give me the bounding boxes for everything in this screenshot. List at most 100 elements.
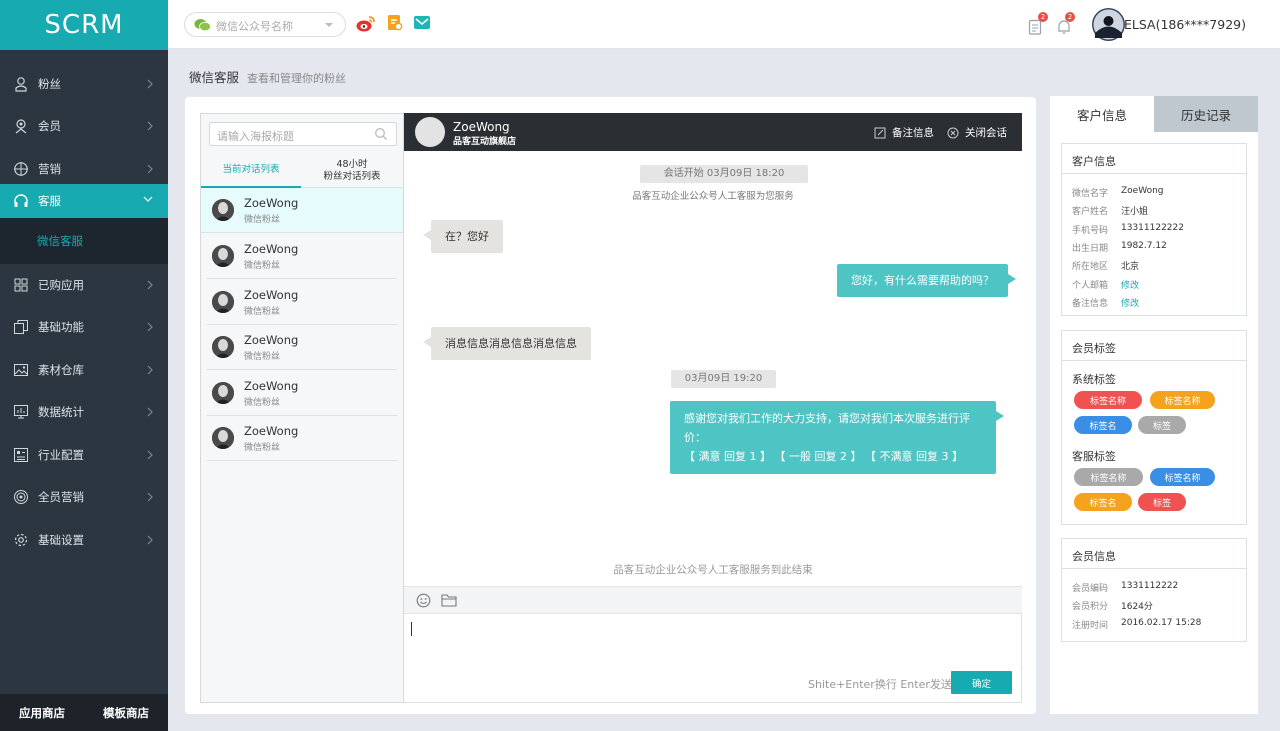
info-row: 会员积分 1624分 xyxy=(1072,599,1153,612)
conversation-item[interactable]: ZoeWong 微信粉丝 xyxy=(207,416,397,461)
conversation-tag: 微信粉丝 xyxy=(244,261,281,271)
conversation-item[interactable]: ZoeWong 微信粉丝 xyxy=(207,325,397,370)
message-input[interactable]: Shite+Enter换行 Enter发送 确定 xyxy=(404,614,1022,703)
sidebar-item-label: 营销 xyxy=(38,162,61,176)
close-session-label: 关闭会话 xyxy=(965,127,1007,139)
tag-pill[interactable]: 标签 xyxy=(1138,416,1186,434)
message-bubble-left: 消息信息消息信息消息信息 xyxy=(423,327,591,360)
conversation-search-input[interactable]: 请输入海报标题 xyxy=(209,122,397,146)
top-bar: 微信公众号名称 2 2 ELSA(186****7929) xyxy=(168,0,1280,49)
chevron-right-icon xyxy=(147,450,153,460)
info-value: 2016.02.17 15:28 xyxy=(1121,618,1202,628)
tag-pill[interactable]: 标签名 xyxy=(1074,493,1132,511)
sidebar-item-basic-settings[interactable]: 基础设置 xyxy=(0,520,168,560)
image-icon xyxy=(14,364,28,376)
info-value: ZoeWong xyxy=(1121,186,1164,196)
tag-pill[interactable]: 标签名 xyxy=(1074,416,1132,434)
emoji-icon[interactable] xyxy=(416,593,431,608)
survey-message-bubble: 感谢您对我们工作的大力支持，请您对我们本次服务进行评价： 【 满意 回复 1 】… xyxy=(670,401,1004,474)
caret-down-icon xyxy=(325,23,333,27)
tag-pill[interactable]: 标签 xyxy=(1138,493,1186,511)
weibo-icon[interactable] xyxy=(356,15,376,33)
sidebar-item-industry-config[interactable]: 行业配置 xyxy=(0,435,168,475)
edit-email-link[interactable]: 修改 xyxy=(1121,278,1139,291)
chat-avatar xyxy=(415,117,445,147)
app-logo[interactable]: SCRM xyxy=(0,0,168,50)
sidebar-subitem-wechat-service[interactable]: 微信客服 xyxy=(0,218,168,264)
sidebar-item-fans[interactable]: 粉丝 xyxy=(0,64,168,104)
avatar xyxy=(212,291,234,313)
sidebar-item-label: 粉丝 xyxy=(38,77,61,91)
tag-pill[interactable]: 标签名称 xyxy=(1150,468,1215,486)
app-store-link[interactable]: 应用商店 xyxy=(0,694,84,731)
folder-icon[interactable] xyxy=(441,593,457,607)
conversation-name: ZoeWong xyxy=(244,288,299,302)
tab-label: 48小时 xyxy=(336,158,368,170)
tag-pill[interactable]: 标签名称 xyxy=(1150,391,1215,409)
avatar xyxy=(212,382,234,404)
tab-48h-conversations[interactable]: 48小时 粉丝对话列表 xyxy=(301,154,403,188)
search-icon[interactable] xyxy=(374,127,388,141)
conversation-name: ZoeWong xyxy=(244,196,299,210)
config-icon xyxy=(14,448,28,462)
wechat-icon xyxy=(194,19,211,32)
conversation-list: 请输入海报标题 当前对话列表 48小时 粉丝对话列表 ZoeWong 微信粉丝 … xyxy=(200,113,404,703)
conversation-name: ZoeWong xyxy=(244,242,299,256)
clipboard-badge: 2 xyxy=(1038,12,1048,22)
apps-grid-icon xyxy=(14,278,28,292)
sidebar-item-label: 素材仓库 xyxy=(38,363,84,377)
close-session-button[interactable]: 关闭会话 xyxy=(947,125,1007,140)
send-hint: Shite+Enter换行 Enter发送 xyxy=(808,678,952,691)
sidebar-item-label: 全员营销 xyxy=(38,490,84,504)
chevron-right-icon xyxy=(147,492,153,502)
sidebar-item-basic-functions[interactable]: 基础功能 xyxy=(0,307,168,347)
card-title: 会员标签 xyxy=(1062,331,1246,361)
conversation-name: ZoeWong xyxy=(244,333,299,347)
conversation-tag: 微信粉丝 xyxy=(244,398,281,408)
chevron-right-icon xyxy=(147,164,153,174)
note-info-button[interactable]: 备注信息 xyxy=(874,125,934,140)
compass-icon xyxy=(14,162,28,176)
account-select[interactable]: 微信公众号名称 xyxy=(184,12,346,37)
chevron-right-icon xyxy=(147,121,153,131)
sidebar-item-materials[interactable]: 素材仓库 xyxy=(0,350,168,390)
user-name[interactable]: ELSA(186****7929) xyxy=(1124,17,1246,32)
sidebar-item-label: 基础功能 xyxy=(38,320,84,334)
tag-pill[interactable]: 标签名称 xyxy=(1074,391,1142,409)
sidebar-item-purchased-apps[interactable]: 已购应用 xyxy=(0,265,168,305)
conversation-item[interactable]: ZoeWong 微信粉丝 xyxy=(201,188,403,233)
sidebar-item-label: 已购应用 xyxy=(38,278,84,292)
sidebar-item-statistics[interactable]: 数据统计 xyxy=(0,392,168,432)
sidebar-item-marketing[interactable]: 营销 xyxy=(0,149,168,189)
sidebar-item-service[interactable]: 客服 xyxy=(0,184,168,218)
mini-program-icon[interactable] xyxy=(387,14,403,32)
conversation-item[interactable]: ZoeWong 微信粉丝 xyxy=(207,280,397,325)
chat-shop-name: 品客互动旗舰店 xyxy=(453,137,517,147)
card-title: 客户信息 xyxy=(1062,144,1246,174)
template-store-link[interactable]: 模板商店 xyxy=(84,694,168,731)
chat-contact-name: ZoeWong xyxy=(453,120,510,134)
conversation-item[interactable]: ZoeWong 微信粉丝 xyxy=(207,371,397,416)
conversation-item[interactable]: ZoeWong 微信粉丝 xyxy=(207,234,397,279)
chart-icon xyxy=(14,405,28,419)
send-button[interactable]: 确定 xyxy=(951,671,1012,694)
sidebar-item-label: 会员 xyxy=(38,119,61,133)
info-row: 个人邮箱 修改 xyxy=(1072,278,1139,291)
info-row: 会员编码 1331112222 xyxy=(1072,581,1179,594)
sidebar-item-all-staff-marketing[interactable]: 全员营销 xyxy=(0,477,168,517)
account-select-placeholder: 微信公众号名称 xyxy=(216,20,293,33)
chevron-down-icon xyxy=(143,196,153,202)
sidebar-item-label: 客服 xyxy=(38,194,61,208)
tab-customer-info[interactable]: 客户信息 xyxy=(1050,96,1154,132)
edit-note-link[interactable]: 修改 xyxy=(1121,296,1139,309)
close-icon xyxy=(947,127,959,138)
info-row: 手机号码 13311122222 xyxy=(1072,223,1184,236)
input-toolbar xyxy=(404,586,1022,614)
tab-history[interactable]: 历史记录 xyxy=(1154,96,1258,132)
message-icon[interactable] xyxy=(413,15,431,30)
headset-icon xyxy=(14,194,28,207)
sidebar-item-members[interactable]: 会员 xyxy=(0,106,168,146)
tag-pill[interactable]: 标签名称 xyxy=(1074,468,1143,486)
user-avatar[interactable] xyxy=(1092,8,1125,41)
tab-current-conversations[interactable]: 当前对话列表 xyxy=(201,154,301,188)
